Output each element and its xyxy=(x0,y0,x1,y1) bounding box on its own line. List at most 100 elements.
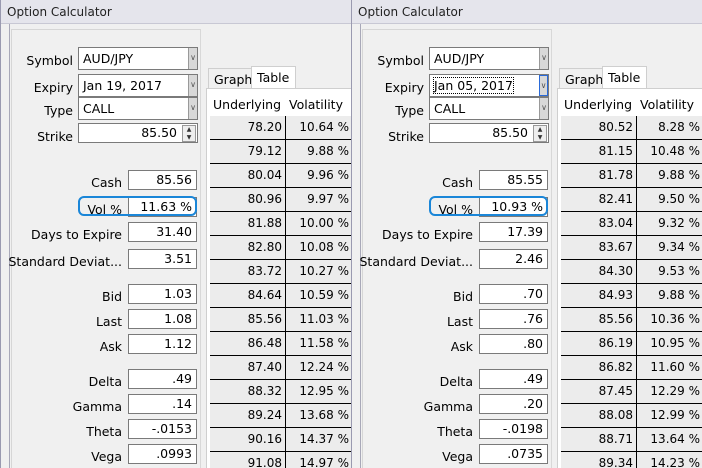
vol-highlight xyxy=(78,196,197,216)
delta-field[interactable]: .49 xyxy=(479,369,548,389)
vol-highlight xyxy=(429,196,548,216)
cell-underlying: 87.40 xyxy=(210,356,286,380)
cell-volatility: 13.68 % xyxy=(286,404,351,428)
tab-graph[interactable]: Graph xyxy=(559,68,603,89)
symbol-dropdown[interactable]: AUD/JPY ∨ xyxy=(78,47,198,70)
window-title: Option Calculator xyxy=(1,0,351,24)
last-label: Last xyxy=(446,314,473,329)
cell-underlying: 84.93 xyxy=(561,284,637,308)
expiry-dropdown[interactable]: Jan 19, 2017 ∨ xyxy=(78,74,198,97)
tab-table[interactable]: Table xyxy=(602,66,647,89)
cell-volatility: 14.97 % xyxy=(286,452,351,468)
strike-label: Strike xyxy=(37,129,73,144)
last-field[interactable]: 1.08 xyxy=(128,309,197,329)
cell-volatility: 12.29 % xyxy=(637,380,702,404)
bid-field[interactable]: .70 xyxy=(479,284,548,304)
gamma-label: Gamma xyxy=(72,399,122,414)
cell-underlying: 86.19 xyxy=(561,332,637,356)
standard-deviat-field[interactable]: 3.51 xyxy=(128,249,197,269)
theta-field[interactable]: -.0153 xyxy=(128,419,197,439)
symbol-value: AUD/JPY xyxy=(83,51,134,66)
ask-label: Ask xyxy=(99,339,122,354)
cell-underlying: 88.32 xyxy=(210,380,286,404)
cell-volatility: 9.34 % xyxy=(637,236,702,260)
tab-graph[interactable]: Graph xyxy=(208,68,252,89)
cell-volatility: 11.60 % xyxy=(637,356,702,380)
cell-underlying: 80.96 xyxy=(210,188,286,212)
spinner-arrows-icon[interactable]: ▲ ▼ xyxy=(533,125,547,142)
expiry-dropdown[interactable]: Jan 05, 2017 ∨ xyxy=(429,74,549,97)
expiry-value: Jan 19, 2017 xyxy=(83,78,162,93)
chevron-down-icon[interactable]: ∨ xyxy=(188,98,197,119)
theta-label: Theta xyxy=(437,424,473,439)
cell-volatility: 10.59 % xyxy=(286,284,351,308)
cell-underlying: 84.64 xyxy=(210,284,286,308)
type-label: Type xyxy=(44,103,73,118)
theta-label: Theta xyxy=(86,424,122,439)
symbol-dropdown[interactable]: AUD/JPY ∨ xyxy=(429,47,549,70)
delta-field[interactable]: .49 xyxy=(128,369,197,389)
cell-volatility: 9.50 % xyxy=(637,188,702,212)
type-value: CALL xyxy=(434,101,466,116)
cash-field[interactable]: 85.56 xyxy=(128,170,197,190)
chevron-down-icon[interactable]: ∨ xyxy=(539,98,548,119)
symbol-value: AUD/JPY xyxy=(434,51,485,66)
gamma-label: Gamma xyxy=(423,399,473,414)
delta-label: Delta xyxy=(88,374,122,389)
strike-stepper[interactable]: 85.50 ▲ ▼ xyxy=(429,123,549,143)
chevron-down-icon[interactable]: ∨ xyxy=(539,75,548,96)
option-calculator-window-1: Option Calculator Symbol AUD/JPY ∨ Expiry Jan… xyxy=(0,0,351,468)
cell-underlying: 90.16 xyxy=(210,428,286,452)
theta-field[interactable]: -.0198 xyxy=(479,419,548,439)
standard-deviat-label: Standard Deviat... xyxy=(359,254,473,269)
cell-underlying: 89.34 xyxy=(561,452,637,468)
cell-volatility: 10.95 % xyxy=(637,332,702,356)
type-dropdown[interactable]: CALL ∨ xyxy=(429,97,549,120)
option-calculator-window-2: Option Calculator Symbol AUD/JPY ∨ Expiry Jan… xyxy=(351,0,702,468)
cell-volatility: 13.64 % xyxy=(637,428,702,452)
header-volatility: Volatility xyxy=(637,93,702,116)
ask-field[interactable]: 1.12 xyxy=(128,334,197,354)
cell-underlying: 85.56 xyxy=(561,308,637,332)
chevron-down-icon[interactable]: ∨ xyxy=(539,48,548,69)
cell-volatility: 10.64 % xyxy=(286,116,351,140)
chevron-down-icon[interactable]: ∨ xyxy=(188,48,197,69)
cell-underlying: 88.08 xyxy=(561,404,637,428)
days-to-expire-field[interactable]: 31.40 xyxy=(128,222,197,242)
vega-field[interactable]: .0993 xyxy=(128,444,197,464)
strike-stepper[interactable]: 85.50 ▲ ▼ xyxy=(78,123,198,143)
vega-label: Vega xyxy=(91,449,122,464)
cell-underlying: 86.82 xyxy=(561,356,637,380)
vega-label: Vega xyxy=(442,449,473,464)
standard-deviat-field[interactable]: 2.46 xyxy=(479,249,548,269)
gamma-field[interactable]: .14 xyxy=(128,394,197,414)
tab-table[interactable]: Table xyxy=(251,66,296,89)
ask-field[interactable]: .80 xyxy=(479,334,548,354)
strike-value: 85.50 xyxy=(141,125,177,140)
cell-volatility: 12.24 % xyxy=(286,356,351,380)
bid-field[interactable]: 1.03 xyxy=(128,284,197,304)
symbol-label: Symbol xyxy=(377,53,424,68)
type-dropdown[interactable]: CALL ∨ xyxy=(78,97,198,120)
expiry-value: Jan 05, 2017 xyxy=(433,77,514,94)
cell-underlying: 81.78 xyxy=(561,164,637,188)
cash-label: Cash xyxy=(91,175,122,190)
expiry-label: Expiry xyxy=(384,80,424,95)
header-volatility: Volatility xyxy=(286,93,351,116)
strike-label: Strike xyxy=(388,129,424,144)
cell-volatility: 10.08 % xyxy=(286,236,351,260)
chevron-down-icon[interactable]: ∨ xyxy=(188,75,197,96)
last-field[interactable]: .76 xyxy=(479,309,548,329)
vega-field[interactable]: .0735 xyxy=(479,444,548,464)
gamma-field[interactable]: .20 xyxy=(479,394,548,414)
cell-underlying: 82.80 xyxy=(210,236,286,260)
cell-volatility: 9.88 % xyxy=(637,284,702,308)
ask-label: Ask xyxy=(450,339,473,354)
cell-volatility: 10.00 % xyxy=(286,212,351,236)
strike-value: 85.50 xyxy=(492,125,528,140)
cell-volatility: 14.23 % xyxy=(637,452,702,468)
cash-field[interactable]: 85.55 xyxy=(479,170,548,190)
days-to-expire-field[interactable]: 17.39 xyxy=(479,222,548,242)
type-label: Type xyxy=(395,103,424,118)
spinner-arrows-icon[interactable]: ▲ ▼ xyxy=(182,125,196,142)
